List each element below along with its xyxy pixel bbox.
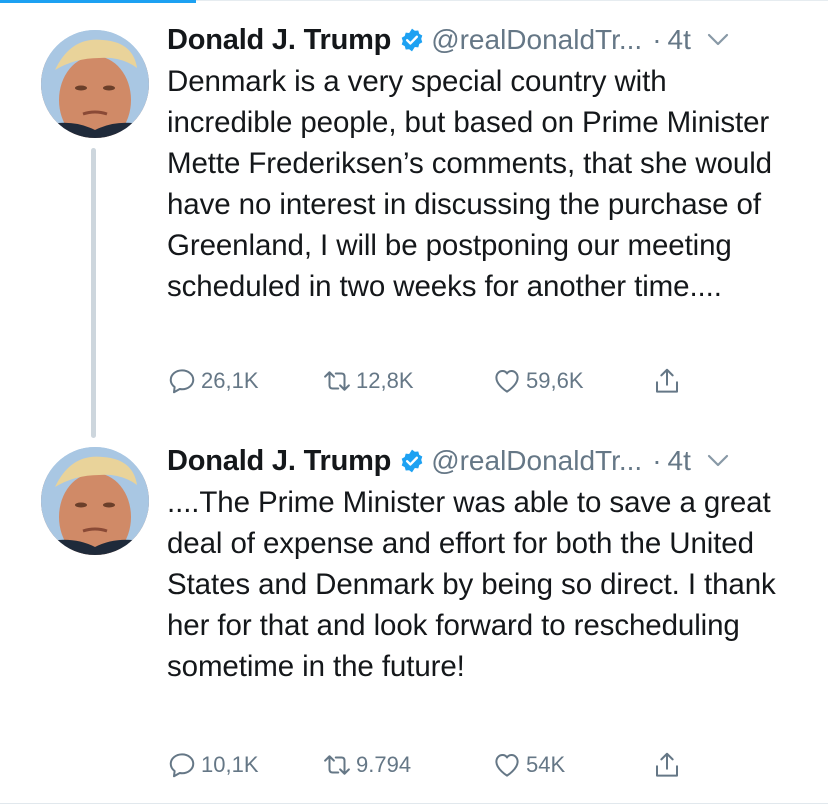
retweet-button[interactable]: 9.794: [322, 749, 492, 781]
reply-icon: [169, 753, 195, 778]
tweet-header: Donald J. Trump @realDonaldTr... · 4t: [167, 441, 788, 481]
avatar-portrait: [41, 447, 149, 555]
tweet-timestamp[interactable]: 4t: [668, 24, 691, 56]
reply-icon: [169, 369, 195, 394]
chevron-down-icon[interactable]: [707, 454, 729, 468]
author-handle[interactable]: @realDonaldTr...: [431, 445, 642, 477]
like-count: 59,6K: [526, 368, 584, 393]
retweet-count: 12,8K: [356, 368, 414, 393]
reply-count: 26,1K: [201, 368, 259, 393]
tweet-actions: 26,1K 12,8K 59,6K: [167, 365, 692, 397]
retweet-icon: [324, 755, 350, 775]
avatar[interactable]: [41, 30, 149, 138]
author-name[interactable]: Donald J. Trump: [167, 445, 391, 478]
verified-badge-icon: [401, 449, 423, 473]
share-icon: [656, 752, 678, 777]
author-handle[interactable]: @realDonaldTr...: [431, 24, 642, 56]
retweet-count: 9.794: [356, 752, 412, 777]
meta-separator: ·: [652, 24, 662, 55]
tweet-text: Denmark is a very special country with i…: [167, 65, 772, 303]
top-divider: [196, 0, 828, 1]
tweet-actions: 10,1K 9.794 54K: [167, 749, 692, 781]
retweet-icon: [324, 371, 350, 391]
active-tab-indicator: [0, 0, 196, 3]
reply-button[interactable]: 10,1K: [167, 749, 322, 781]
meta-separator: ·: [652, 445, 662, 476]
share-icon: [656, 368, 678, 393]
like-button[interactable]: 54K: [492, 749, 652, 781]
chevron-down-icon[interactable]: [707, 33, 729, 47]
tweet-header: Donald J. Trump @realDonaldTr... · 4t: [167, 20, 788, 60]
like-button[interactable]: 59,6K: [492, 365, 652, 397]
share-button[interactable]: [652, 365, 692, 397]
tweet-timestamp[interactable]: 4t: [668, 445, 691, 477]
retweet-button[interactable]: 12,8K: [322, 365, 492, 397]
bottom-divider: [0, 803, 828, 804]
like-count: 54K: [526, 752, 566, 777]
avatar[interactable]: [41, 447, 149, 555]
heart-icon: [495, 754, 519, 777]
avatar-portrait: [41, 30, 149, 138]
heart-icon: [495, 370, 519, 393]
author-name[interactable]: Donald J. Trump: [167, 24, 391, 57]
reply-count: 10,1K: [201, 752, 259, 777]
share-button[interactable]: [652, 749, 692, 781]
tweet-text: ....The Prime Minister was able to save …: [167, 486, 776, 683]
thread-connector-line: [91, 148, 96, 438]
reply-button[interactable]: 26,1K: [167, 365, 322, 397]
verified-badge-icon: [401, 28, 423, 52]
